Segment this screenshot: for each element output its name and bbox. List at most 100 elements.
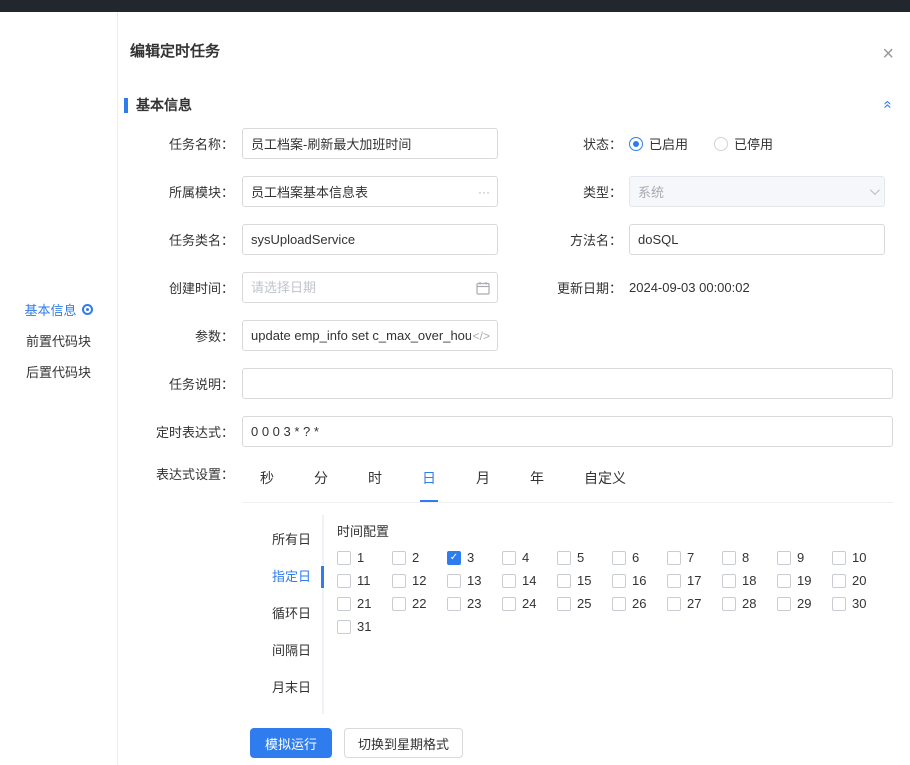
close-icon[interactable]: × — [882, 44, 894, 64]
tab-second[interactable]: 秒 — [258, 464, 276, 502]
day-number: 27 — [687, 596, 701, 611]
day-number: 21 — [357, 596, 371, 611]
cron-expression-input[interactable] — [242, 416, 893, 447]
ellipsis-icon[interactable]: ··· — [478, 176, 490, 207]
sidebar-item-pre-code-block[interactable]: 前置代码块 — [0, 325, 117, 356]
module-input[interactable] — [242, 176, 498, 207]
status-radio-group: 已启用 已停用 — [629, 128, 885, 159]
form-row: 所属模块： ··· 类型： 系统 — [130, 176, 910, 207]
day-checkbox-19[interactable]: 19 — [777, 572, 832, 589]
day-checkbox-31[interactable]: 31 — [337, 618, 392, 635]
tab-day[interactable]: 日 — [420, 464, 438, 502]
day-checkbox-13[interactable]: 13 — [447, 572, 502, 589]
checkbox-icon — [447, 597, 461, 611]
checkbox-icon — [612, 574, 626, 588]
day-number: 29 — [797, 596, 811, 611]
day-checkbox-27[interactable]: 27 — [667, 595, 722, 612]
code-icon[interactable]: </> — [473, 320, 490, 351]
anchor-sidebar: 基本信息 前置代码块 后置代码块 — [0, 12, 118, 765]
checkbox-icon — [777, 574, 791, 588]
day-number: 31 — [357, 619, 371, 634]
method-input[interactable] — [629, 224, 885, 255]
params-input[interactable] — [242, 320, 498, 351]
task-name-input[interactable] — [242, 128, 498, 159]
task-desc-input[interactable] — [242, 368, 893, 399]
day-mode-nav: 所有日 指定日 循环日 间隔日 月末日 — [250, 515, 324, 714]
day-checkbox-3[interactable]: ✓3 — [447, 549, 502, 566]
day-checkbox-16[interactable]: 16 — [612, 572, 667, 589]
mode-month-end-day[interactable]: 月末日 — [250, 677, 322, 714]
status-radio-enabled[interactable]: 已启用 — [629, 134, 688, 153]
day-checkbox-25[interactable]: 25 — [557, 595, 612, 612]
day-checkbox-26[interactable]: 26 — [612, 595, 667, 612]
day-number: 8 — [742, 550, 749, 565]
simulate-run-button[interactable]: 模拟运行 — [250, 728, 332, 758]
checkbox-icon — [557, 597, 571, 611]
day-checkbox-30[interactable]: 30 — [832, 595, 887, 612]
day-number: 23 — [467, 596, 481, 611]
type-select[interactable]: 系统 — [629, 176, 885, 207]
tab-custom[interactable]: 自定义 — [582, 464, 628, 502]
day-checkbox-15[interactable]: 15 — [557, 572, 612, 589]
day-checkbox-21[interactable]: 21 — [337, 595, 392, 612]
day-checkbox-18[interactable]: 18 — [722, 572, 777, 589]
day-number: 6 — [632, 550, 639, 565]
tab-minute[interactable]: 分 — [312, 464, 330, 502]
modal-title: 编辑定时任务 — [130, 40, 890, 61]
day-checkbox-12[interactable]: 12 — [392, 572, 447, 589]
expression-unit-tabs: 秒 分 时 日 月 年 自定义 — [242, 464, 893, 503]
module-label: 所属模块： — [130, 182, 242, 201]
checkbox-icon — [612, 597, 626, 611]
form-row: 任务名称： 状态： 已启用 已停用 — [130, 128, 910, 159]
tab-hour[interactable]: 时 — [366, 464, 384, 502]
day-number: 4 — [522, 550, 529, 565]
mode-cycle-days[interactable]: 循环日 — [250, 603, 322, 640]
day-number: 19 — [797, 573, 811, 588]
day-checkbox-6[interactable]: 6 — [612, 549, 667, 566]
task-class-input[interactable] — [242, 224, 498, 255]
mode-specified-days[interactable]: 指定日 — [250, 566, 322, 603]
sidebar-item-basic-info[interactable]: 基本信息 — [0, 294, 117, 325]
day-number: 22 — [412, 596, 426, 611]
checkbox-icon — [337, 620, 351, 634]
calendar-icon[interactable] — [476, 272, 490, 303]
day-checkbox-23[interactable]: 23 — [447, 595, 502, 612]
type-label: 类型： — [498, 182, 629, 201]
day-checkbox-7[interactable]: 7 — [667, 549, 722, 566]
day-checkbox-11[interactable]: 11 — [337, 572, 392, 589]
sidebar-item-label: 前置代码块 — [26, 331, 91, 350]
day-checkbox-29[interactable]: 29 — [777, 595, 832, 612]
day-checkbox-24[interactable]: 24 — [502, 595, 557, 612]
status-radio-disabled[interactable]: 已停用 — [714, 134, 773, 153]
checkbox-icon — [612, 551, 626, 565]
day-checkbox-17[interactable]: 17 — [667, 572, 722, 589]
day-checkbox-1[interactable]: 1 — [337, 549, 392, 566]
day-checkbox-20[interactable]: 20 — [832, 572, 887, 589]
collapse-section-icon[interactable]: « — [879, 100, 896, 108]
switch-week-format-button[interactable]: 切换到星期格式 — [344, 728, 463, 758]
day-checkbox-10[interactable]: 10 — [832, 549, 887, 566]
day-number: 20 — [852, 573, 866, 588]
checkbox-icon — [777, 551, 791, 565]
day-checkbox-22[interactable]: 22 — [392, 595, 447, 612]
day-checkbox-5[interactable]: 5 — [557, 549, 612, 566]
create-time-date-input[interactable] — [242, 272, 498, 303]
sidebar-item-post-code-block[interactable]: 后置代码块 — [0, 356, 117, 387]
day-checkbox-2[interactable]: 2 — [392, 549, 447, 566]
day-checkbox-4[interactable]: 4 — [502, 549, 557, 566]
checkbox-icon — [667, 574, 681, 588]
anchor-icon — [82, 304, 93, 315]
day-checkbox-8[interactable]: 8 — [722, 549, 777, 566]
mode-interval-days[interactable]: 间隔日 — [250, 640, 322, 677]
day-checkbox-14[interactable]: 14 — [502, 572, 557, 589]
mode-all-days[interactable]: 所有日 — [250, 529, 322, 566]
tab-month[interactable]: 月 — [474, 464, 492, 502]
day-panel-content: 时间配置 12✓34567891011121314151617181920212… — [324, 515, 887, 714]
day-checkbox-28[interactable]: 28 — [722, 595, 777, 612]
checkbox-icon — [502, 574, 516, 588]
tab-year[interactable]: 年 — [528, 464, 546, 502]
form-row: 参数： </> — [130, 320, 910, 351]
day-checkbox-9[interactable]: 9 — [777, 549, 832, 566]
form-row: 创建时间： 更新日期： 2024-09-03 00:00:02 — [130, 272, 910, 303]
day-number: 28 — [742, 596, 756, 611]
